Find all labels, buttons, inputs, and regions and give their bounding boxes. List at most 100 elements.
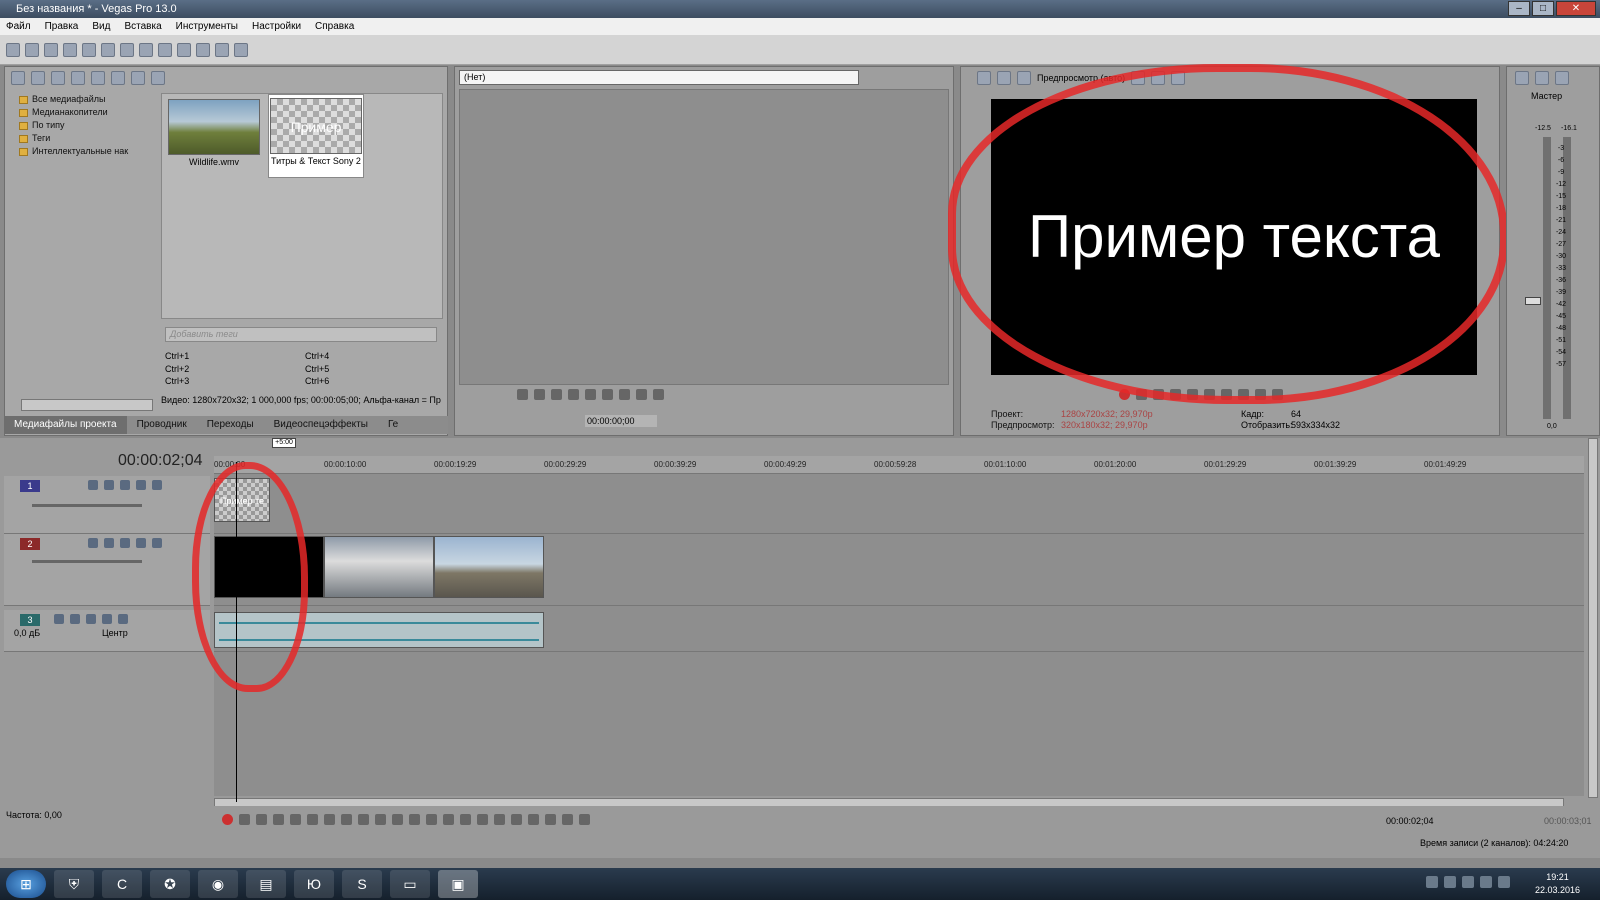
notepad-icon[interactable]: ▤ bbox=[246, 870, 286, 898]
ccleaner-icon[interactable]: C bbox=[102, 870, 142, 898]
tree-item-all-media[interactable]: Все медиафайлы bbox=[19, 93, 159, 106]
play-start-icon[interactable] bbox=[534, 389, 545, 400]
fx-icon[interactable] bbox=[102, 614, 112, 624]
external-monitor-icon[interactable] bbox=[997, 71, 1011, 85]
tab-project-media[interactable]: Медиафайлы проекта bbox=[4, 416, 127, 434]
taskbar-clock[interactable]: 19:21 22.03.2016 bbox=[1535, 871, 1580, 897]
media-item-title[interactable]: Пример текста Титры & Текст Sony 2 bbox=[268, 94, 364, 178]
go-start-icon[interactable] bbox=[1221, 389, 1232, 400]
playhead[interactable] bbox=[236, 462, 237, 802]
app-icon[interactable]: ✪ bbox=[150, 870, 190, 898]
wrench-icon[interactable] bbox=[215, 42, 229, 57]
world-of-tanks-icon[interactable]: ⛨ bbox=[54, 870, 94, 898]
expand-icon[interactable] bbox=[86, 614, 96, 624]
menu-edit[interactable]: Правка bbox=[45, 18, 79, 35]
motion-icon[interactable] bbox=[104, 538, 114, 548]
master-fader[interactable] bbox=[1525, 297, 1541, 305]
auto-ripple-icon[interactable] bbox=[579, 814, 590, 825]
arm-record-icon[interactable] bbox=[54, 614, 64, 624]
preview-properties-icon[interactable] bbox=[977, 71, 991, 85]
video-clip-birds[interactable] bbox=[324, 536, 434, 598]
video-clip-black[interactable] bbox=[214, 536, 324, 598]
preview-quality-select[interactable]: Предпросмотр (авто) bbox=[1037, 73, 1125, 83]
lock-icon[interactable] bbox=[511, 814, 522, 825]
loop-icon[interactable] bbox=[517, 389, 528, 400]
capture-icon[interactable] bbox=[31, 71, 45, 85]
menu-insert[interactable]: Вставка bbox=[124, 18, 161, 35]
file-explorer-icon[interactable]: ▭ bbox=[390, 870, 430, 898]
loop-region[interactable]: +5:00 bbox=[272, 438, 296, 448]
snapping-icon[interactable] bbox=[562, 814, 573, 825]
close-button[interactable]: ✕ bbox=[1556, 1, 1596, 16]
next-frame-icon[interactable] bbox=[653, 389, 664, 400]
tree-item-tags[interactable]: Теги bbox=[19, 132, 159, 145]
master-solo-icon[interactable] bbox=[1555, 71, 1569, 85]
loop-icon[interactable] bbox=[239, 814, 250, 825]
overlays-icon[interactable] bbox=[1131, 71, 1146, 85]
save-as-icon[interactable] bbox=[63, 42, 77, 57]
menu-tools[interactable]: Инструменты bbox=[176, 18, 238, 35]
render-icon[interactable] bbox=[82, 42, 96, 57]
network-icon[interactable] bbox=[1480, 876, 1492, 888]
go-start-icon[interactable] bbox=[602, 389, 613, 400]
menu-options[interactable]: Настройки bbox=[252, 18, 301, 35]
zoom-icon[interactable] bbox=[151, 71, 165, 85]
tab-video-fx[interactable]: Видеоспецэффекты bbox=[264, 416, 378, 434]
delete-icon[interactable] bbox=[460, 814, 471, 825]
trim-icon[interactable] bbox=[477, 814, 488, 825]
level-slider[interactable] bbox=[32, 504, 142, 507]
level-slider[interactable] bbox=[32, 560, 142, 563]
audio-clip[interactable] bbox=[214, 612, 544, 648]
title-clip[interactable]: Пример те bbox=[214, 478, 270, 522]
tab-explorer[interactable]: Проводник bbox=[127, 416, 197, 434]
loop-icon[interactable] bbox=[1136, 389, 1147, 400]
copy-icon[interactable] bbox=[139, 42, 153, 57]
composite-icon[interactable] bbox=[88, 480, 98, 490]
chrome-tray-icon[interactable] bbox=[1462, 876, 1474, 888]
selection-tool-icon[interactable] bbox=[426, 814, 437, 825]
skype-icon[interactable]: S bbox=[342, 870, 382, 898]
vegas-icon[interactable]: ▣ bbox=[438, 870, 478, 898]
master-fx-icon[interactable] bbox=[1515, 71, 1529, 85]
zoom-tool-icon[interactable] bbox=[443, 814, 454, 825]
play-icon[interactable] bbox=[111, 71, 125, 85]
timeline-vertical-scrollbar[interactable] bbox=[1588, 438, 1598, 798]
menu-view[interactable]: Вид bbox=[92, 18, 110, 35]
go-end-icon[interactable] bbox=[1238, 389, 1249, 400]
motion-icon[interactable] bbox=[104, 480, 114, 490]
record-icon[interactable] bbox=[222, 814, 233, 825]
views-icon[interactable] bbox=[131, 71, 145, 85]
redo-icon[interactable] bbox=[196, 42, 210, 57]
split-icon[interactable] bbox=[494, 814, 505, 825]
tree-item-by-type[interactable]: По типу bbox=[19, 119, 159, 132]
prev-frame-icon[interactable] bbox=[358, 814, 369, 825]
marker-icon[interactable] bbox=[528, 814, 539, 825]
prev-frame-icon[interactable] bbox=[636, 389, 647, 400]
next-frame-icon[interactable] bbox=[375, 814, 386, 825]
pause-icon[interactable] bbox=[290, 814, 301, 825]
download-icon[interactable] bbox=[1426, 876, 1438, 888]
fx-icon[interactable] bbox=[136, 480, 146, 490]
help-icon[interactable] bbox=[234, 42, 248, 57]
invert-icon[interactable] bbox=[70, 614, 80, 624]
stop-icon[interactable] bbox=[585, 389, 596, 400]
go-start-icon[interactable] bbox=[324, 814, 335, 825]
menu-help[interactable]: Справка bbox=[315, 18, 354, 35]
mute-icon[interactable] bbox=[118, 614, 128, 624]
open-icon[interactable] bbox=[25, 42, 39, 57]
save-icon[interactable] bbox=[44, 42, 58, 57]
mute-icon[interactable] bbox=[152, 538, 162, 548]
expand-icon[interactable] bbox=[120, 480, 130, 490]
media-item-wildlife[interactable]: Wildlife.wmv bbox=[166, 96, 262, 180]
composite-icon[interactable] bbox=[88, 538, 98, 548]
pause-icon[interactable] bbox=[1187, 389, 1198, 400]
volume-icon[interactable] bbox=[1498, 876, 1510, 888]
tab-transitions[interactable]: Переходы bbox=[197, 416, 264, 434]
import-media-icon[interactable] bbox=[11, 71, 25, 85]
prev-frame-icon[interactable] bbox=[1255, 389, 1266, 400]
timeline-ruler[interactable]: 00:00:00 00:00:10:00 00:00:19:29 00:00:29:2… bbox=[214, 456, 1584, 474]
start-button[interactable]: ⊞ bbox=[6, 870, 46, 898]
menu-file[interactable]: Файл bbox=[6, 18, 31, 35]
chrome-icon[interactable]: ◉ bbox=[198, 870, 238, 898]
fx-icon[interactable] bbox=[136, 538, 146, 548]
